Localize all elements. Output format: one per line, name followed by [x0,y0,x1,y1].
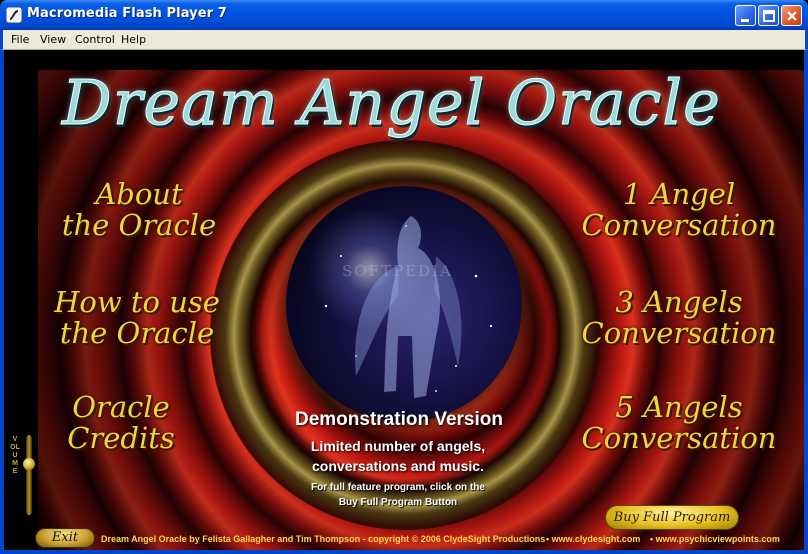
menu-view[interactable]: View [40,33,66,46]
menu-help[interactable]: Help [121,33,146,46]
menu-bar: File View Control Help [0,30,808,50]
footer-link-psychicviewpoints[interactable]: • www.psychicviewpoints.com [650,534,780,544]
oracle-credits-label: Oracle Credits [67,390,175,455]
demo-note-2: Buy Full Program Button [338,497,458,508]
close-icon [787,11,797,21]
about-oracle-link[interactable]: About the Oracle [44,179,234,241]
footer-link-clydesight[interactable]: • www.clydesight.com [546,534,640,544]
app-title: Dream Angel Oracle [62,66,721,140]
five-angels-label: 5 Angels Conversation [581,390,777,455]
demo-line-2: conversations and music. [312,458,484,474]
menu-file[interactable]: File [11,33,29,46]
buy-full-program-button[interactable]: Buy Full Program [605,505,739,530]
one-angel-link[interactable]: 1 Angel Conversation [564,179,794,241]
three-angels-label: 3 Angels Conversation [581,285,777,350]
maximize-icon [763,10,775,22]
volume-slider[interactable] [26,435,32,515]
how-to-use-link[interactable]: How to use the Oracle [32,287,242,349]
minimize-button[interactable] [735,5,756,26]
one-angel-label: 1 Angel Conversation [581,177,777,242]
how-to-use-label: How to use the Oracle [54,285,220,350]
window-title: Macromedia Flash Player 7 [27,6,227,21]
footer-credit: Dream Angel Oracle by Felista Gallagher … [101,534,546,544]
maximize-button[interactable] [758,5,779,26]
flash-player-icon [6,7,22,23]
demo-title: Demonstration Version [295,409,503,430]
demo-line-1: Limited number of angels, [310,438,486,454]
angel-figure-icon [324,216,493,398]
volume-label: VOLUME [10,436,20,475]
five-angels-link[interactable]: 5 Angels Conversation [564,392,794,454]
exit-button[interactable]: Exit [35,528,95,548]
window-frame-bottom [0,550,808,554]
watermark-text: SOFTPEDIA [342,262,453,280]
minimize-icon [741,19,749,22]
window-frame-right [804,50,808,554]
close-button[interactable] [781,5,802,26]
three-angels-link[interactable]: 3 Angels Conversation [564,287,794,349]
title-bar[interactable]: Macromedia Flash Player 7 [0,0,808,30]
demo-note-1: For full feature program, click on the [311,482,485,493]
angel-orb [286,186,522,422]
flash-stage: SOFTPEDIA Dream Angel Oracle About the O… [4,50,804,550]
menu-control[interactable]: Control [75,33,115,46]
about-oracle-label: About the Oracle [61,177,217,242]
volume-knob[interactable] [23,458,35,470]
oracle-credits-link[interactable]: Oracle Credits [46,392,196,454]
